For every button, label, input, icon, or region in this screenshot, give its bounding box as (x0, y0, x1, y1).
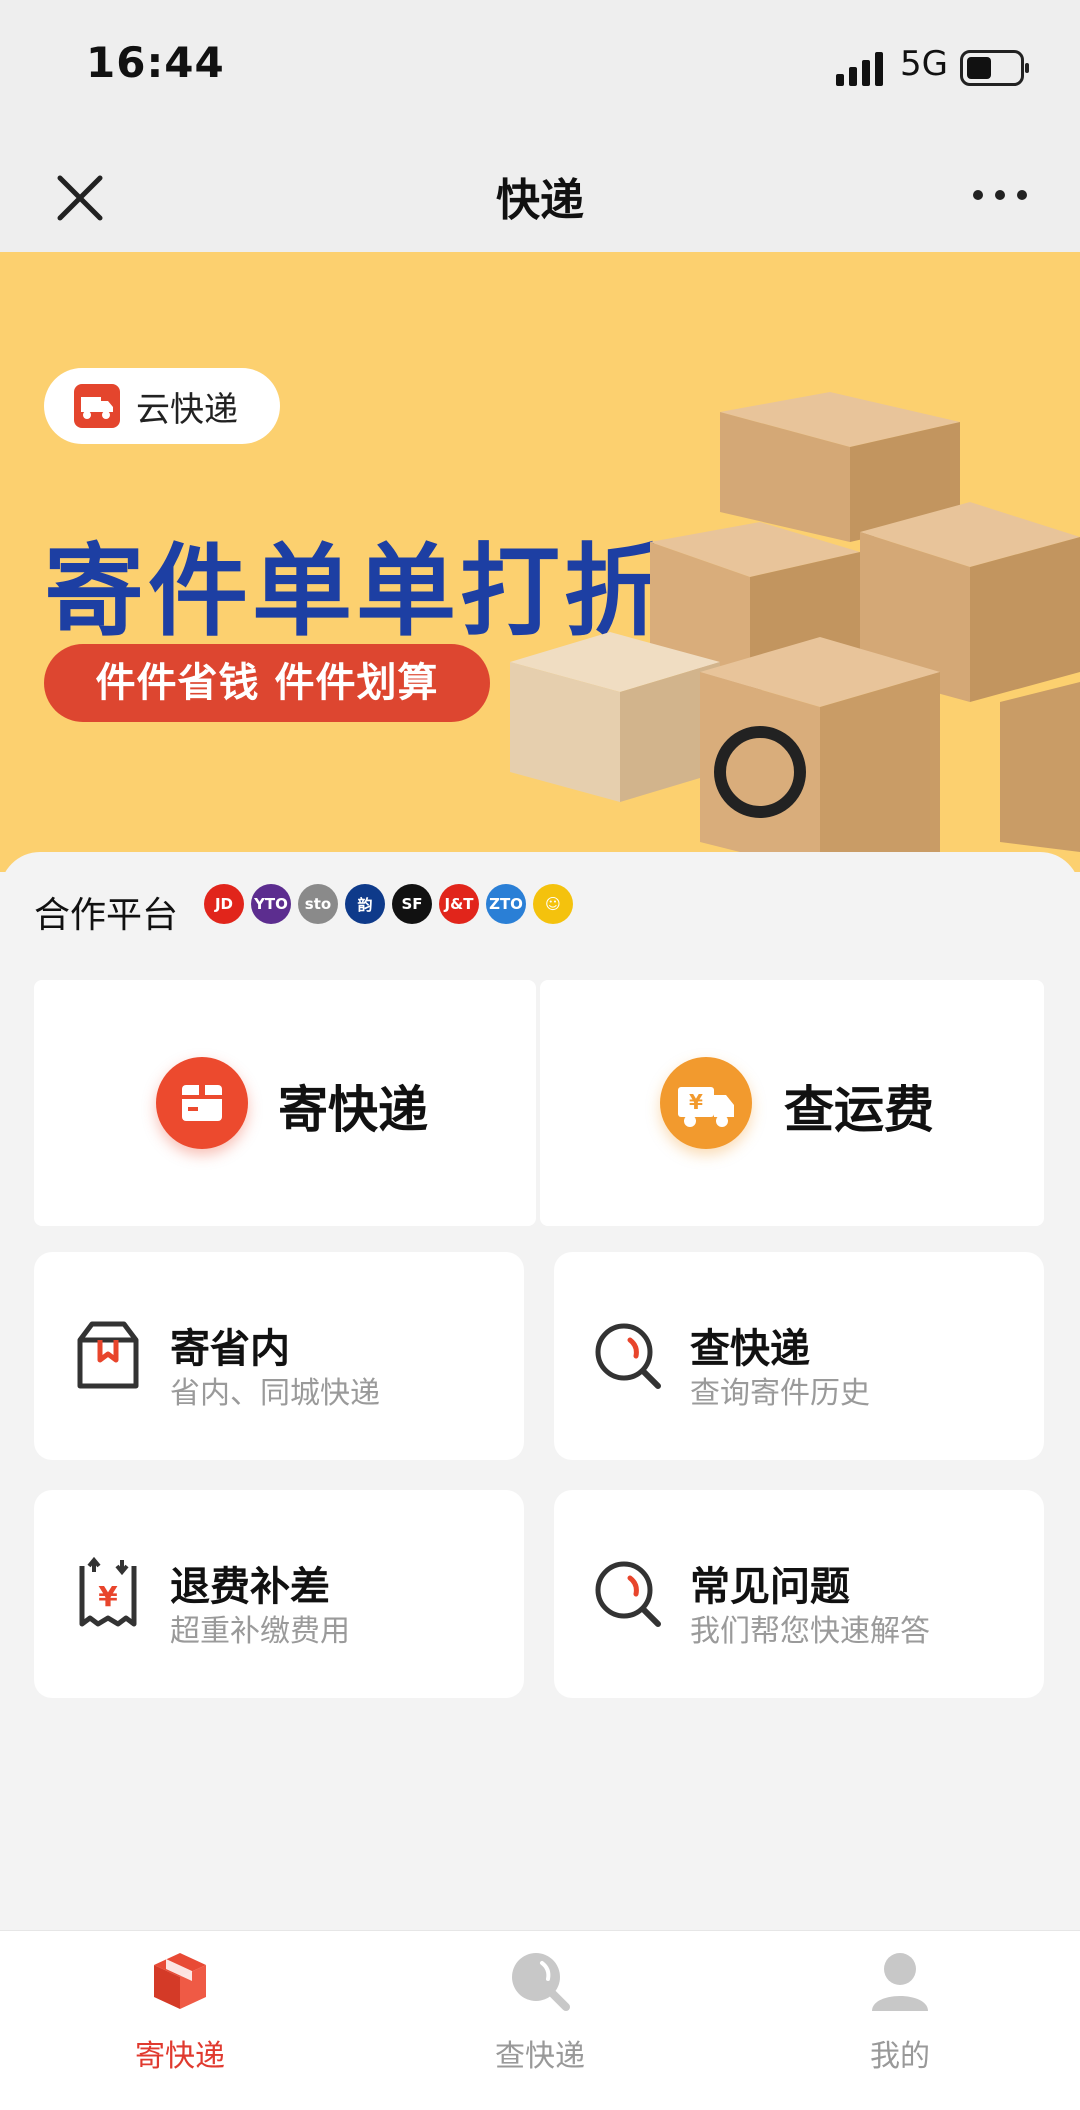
shipping-fee-label: 查运费 (784, 1081, 934, 1139)
sto-logo-icon: sto (298, 884, 338, 924)
search-icon (595, 1561, 661, 1627)
signal-icon (836, 52, 883, 86)
package-icon (156, 1057, 248, 1149)
service-title: 退费补差 (170, 1564, 330, 1610)
battery-icon (960, 50, 1029, 86)
parcel-boxes-illustration (510, 392, 1080, 872)
package-icon (154, 1953, 206, 2009)
service-title: 查快递 (690, 1326, 810, 1372)
service-title: 常见问题 (690, 1564, 850, 1610)
track-express-card[interactable]: 查快递 查询寄件历史 (554, 1252, 1044, 1460)
brand-name: 云快递 (136, 390, 238, 430)
brand-badge: 云快递 (44, 368, 280, 444)
send-express-label: 寄快递 (278, 1081, 428, 1139)
yunda-logo-icon: 韵 (345, 884, 385, 924)
smile-logo-icon: ☺ (533, 884, 573, 924)
service-subtitle: 省内、同城快递 (170, 1376, 380, 1411)
receipt-icon: ¥ (79, 1556, 137, 1627)
shipping-fee-card[interactable]: ¥ 查运费 (540, 980, 1044, 1226)
service-title: 寄省内 (170, 1326, 290, 1372)
status-bar: 16:44 5G (0, 0, 1080, 140)
yto-logo-icon: YTO (251, 884, 291, 924)
tab-track-express[interactable]: 查快递 (440, 1949, 640, 2089)
page-title: 快递 (496, 175, 584, 226)
nav-bar: 快递 (0, 140, 1080, 252)
fee-truck-icon: ¥ (660, 1057, 752, 1149)
sf-logo-icon: SF (392, 884, 432, 924)
send-in-province-card[interactable]: 寄省内 省内、同城快递 (34, 1252, 524, 1460)
faq-card[interactable]: 常见问题 我们帮您快速解答 (554, 1490, 1044, 1698)
banner-subline: 件件省钱 件件划算 (44, 644, 490, 722)
refund-card[interactable]: ¥ 退费补差 超重补缴费用 (34, 1490, 524, 1698)
service-subtitle: 超重补缴费用 (170, 1614, 350, 1649)
tab-label: 寄快递 (135, 2039, 225, 2074)
bottom-tab-bar: 寄快递 查快递 我的 (0, 1930, 1080, 2110)
search-icon (595, 1323, 661, 1389)
search-icon (512, 1953, 570, 2011)
svg-text:¥: ¥ (689, 1090, 703, 1114)
svg-text:¥: ¥ (98, 1580, 118, 1613)
partner-logos: JD YTO sto 韵 SF J&T ZTO ☺ (204, 884, 573, 924)
promo-banner[interactable]: 云快递 寄件单单打折 件件省钱 件件划算 (0, 252, 1080, 872)
more-icon[interactable] (970, 180, 1030, 210)
tab-label: 我的 (870, 2039, 930, 2074)
jt-logo-icon: J&T (439, 884, 479, 924)
network-type: 5G (900, 44, 948, 84)
content-area: 合作平台 JDYTOsto韵SFJ&TZTO☺ 寄快递 ¥ 查运费 (0, 852, 1080, 1930)
status-time: 16:44 (86, 38, 225, 87)
tab-label: 查快递 (495, 2039, 585, 2074)
send-express-card[interactable]: 寄快递 (34, 980, 536, 1226)
partners-label: 合作平台 (34, 895, 179, 936)
service-subtitle: 查询寄件历史 (690, 1376, 870, 1411)
box-icon (77, 1321, 139, 1389)
truck-icon (74, 384, 120, 428)
jd-logo-icon: JD (204, 884, 244, 924)
service-subtitle: 我们帮您快速解答 (690, 1614, 930, 1649)
tab-mine[interactable]: 我的 (800, 1949, 1000, 2089)
user-icon (872, 1953, 928, 2011)
zto-logo-icon: ZTO (486, 884, 526, 924)
tab-send-express[interactable]: 寄快递 (80, 1949, 280, 2089)
